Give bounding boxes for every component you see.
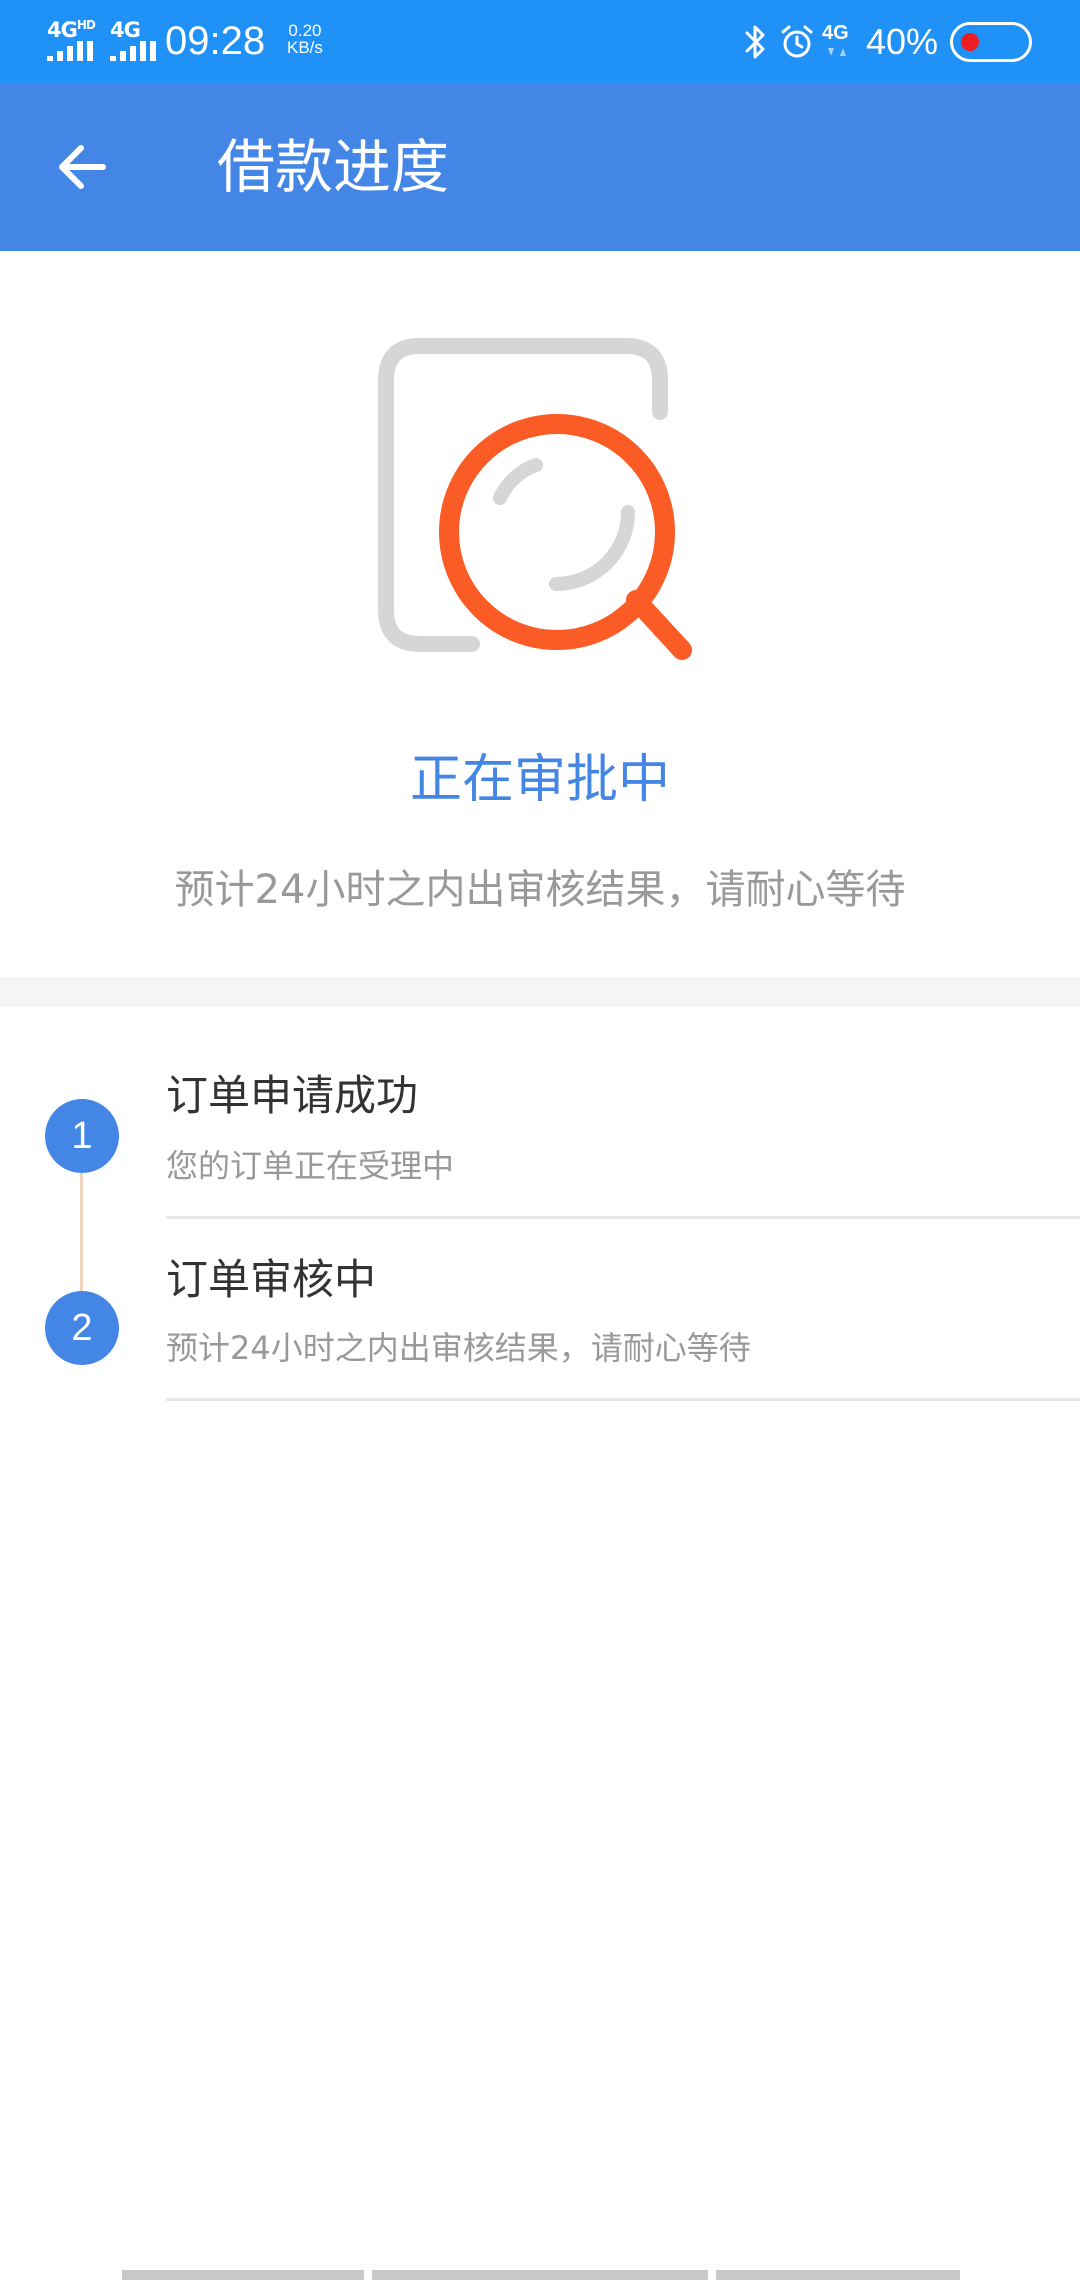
network-2-label: 4G xyxy=(110,18,141,42)
app-bar: 借款进度 xyxy=(0,83,1080,251)
status-bar: 4GHD 4G 09:28 0.20 KB/s 4G 40% xyxy=(0,0,1080,83)
step-2-desc: 预计24小时之内出审核结果，请耐心等待 xyxy=(166,1329,751,1367)
network-1-sup: HD xyxy=(76,18,96,32)
step-2-badge: 2 xyxy=(45,1291,119,1365)
status-title: 正在审批中 xyxy=(409,750,670,810)
data-network-label: 4G xyxy=(822,22,849,44)
step-1-title: 订单申请成功 xyxy=(166,1071,419,1120)
back-button[interactable] xyxy=(40,125,124,209)
bluetooth-icon xyxy=(745,25,765,59)
bottom-indicator-center xyxy=(372,2270,708,2280)
step-1-desc: 您的订单正在受理中 xyxy=(166,1147,455,1185)
search-document-icon xyxy=(378,338,692,660)
section-divider xyxy=(0,977,1080,1007)
page-title: 借款进度 xyxy=(217,133,450,201)
battery-dot xyxy=(961,33,979,51)
alarm-icon xyxy=(781,25,813,58)
network-1-label: 4G xyxy=(47,18,78,42)
step-2-divider xyxy=(166,1398,1080,1401)
step-1-divider xyxy=(166,1216,1080,1219)
bottom-indicator-right xyxy=(716,2270,960,2280)
bottom-indicator-left xyxy=(122,2270,364,2280)
status-subtitle: 预计24小时之内出审核结果，请耐心等待 xyxy=(174,867,906,913)
arrow-left-icon xyxy=(59,145,106,189)
step-1-badge: 1 xyxy=(45,1099,119,1173)
battery-percent: 40% xyxy=(866,21,939,62)
network-speed: 0.20 KB/s xyxy=(287,22,323,56)
battery-icon xyxy=(950,22,1032,62)
status-time: 09:28 xyxy=(165,19,266,63)
step-2-title: 订单审核中 xyxy=(166,1255,377,1304)
speed-unit: KB/s xyxy=(287,38,323,57)
speed-value: 0.20 xyxy=(288,21,322,40)
data-activity-icon xyxy=(828,48,846,56)
